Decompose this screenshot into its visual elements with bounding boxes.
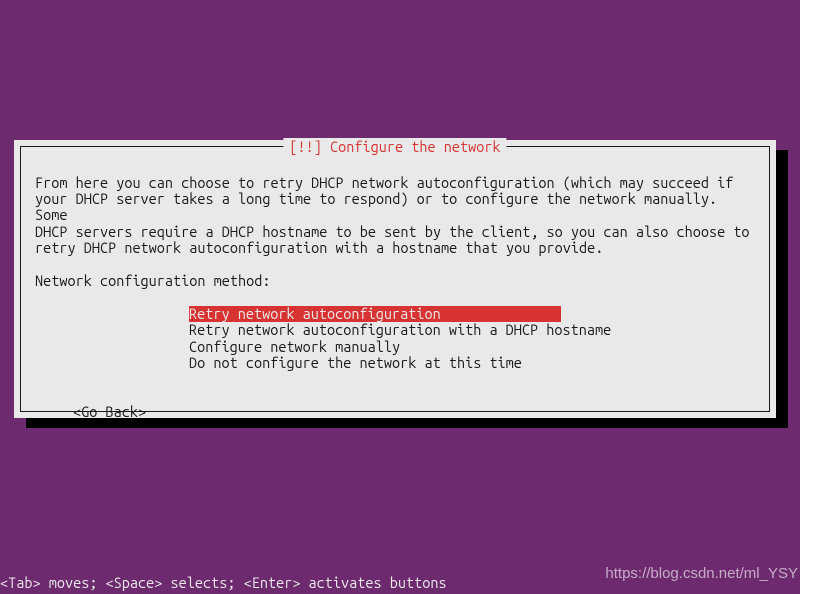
dialog-title-text: Configure the network bbox=[330, 138, 501, 155]
dialog-frame: [!!] Configure the network From here you… bbox=[20, 146, 770, 412]
option-do-not-configure[interactable]: Do not configure the network at this tim… bbox=[189, 355, 755, 371]
dialog-description: From here you can choose to retry DHCP n… bbox=[35, 175, 755, 256]
network-method-options: Retry network autoconfiguration Retry ne… bbox=[189, 305, 755, 371]
option-retry-autoconfig-hostname[interactable]: Retry network autoconfiguration with a D… bbox=[189, 322, 755, 338]
footer-help-text: <Tab> moves; <Space> selects; <Enter> ac… bbox=[0, 574, 447, 591]
dialog-title: [!!] Configure the network bbox=[283, 138, 506, 155]
go-back-button[interactable]: <Go Back> bbox=[73, 403, 755, 420]
dialog-title-prefix: [!!] bbox=[289, 138, 321, 155]
watermark-text: https://blog.csdn.net/ml_YSY bbox=[605, 565, 798, 582]
configure-network-dialog: [!!] Configure the network From here you… bbox=[14, 140, 776, 418]
option-retry-autoconfig[interactable]: Retry network autoconfiguration bbox=[189, 306, 561, 322]
option-configure-manually[interactable]: Configure network manually bbox=[189, 339, 755, 355]
right-edge-strip bbox=[800, 0, 814, 594]
prompt-label: Network configuration method: bbox=[35, 272, 755, 289]
